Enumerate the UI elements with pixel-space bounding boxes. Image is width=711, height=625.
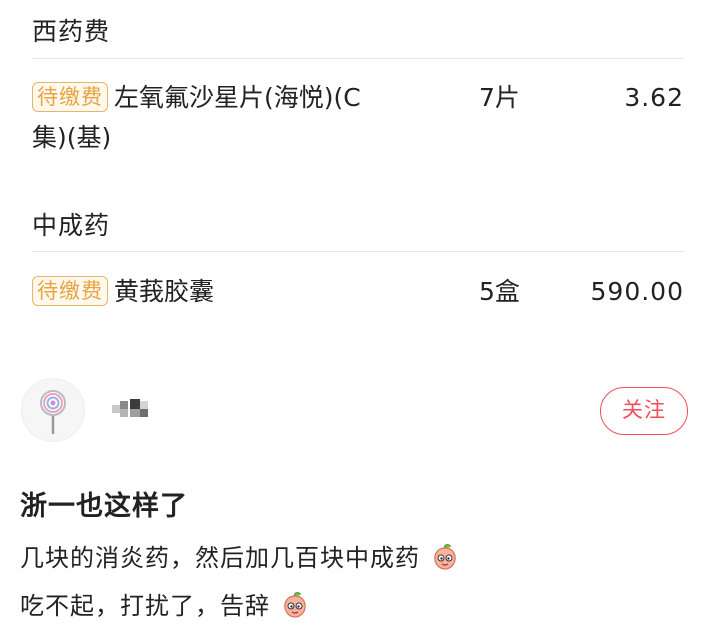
follow-button[interactable]: 关注 <box>600 387 688 435</box>
drug-quantity: 5盒 <box>479 277 520 306</box>
post-text-line: 吃不起，打扰了，告辞 <box>20 586 309 625</box>
post-title: 浙一也这样了 <box>20 491 188 522</box>
avatar[interactable] <box>21 378 85 442</box>
drug-name-line2: 集)(基) <box>32 123 112 152</box>
post-text-line: 几块的消炎药，然后加几百块中成药 <box>20 538 459 577</box>
pixelated-username-icon <box>112 399 148 417</box>
post-line2-text: 吃不起，打扰了，告辞 <box>20 592 270 620</box>
status-badge: 待缴费 <box>32 82 108 112</box>
status-badge: 待缴费 <box>32 276 108 306</box>
section-title-chinese-patent-medicine: 中成药 <box>32 211 111 240</box>
drug-price: 3.62 <box>624 83 684 112</box>
lollipop-icon <box>40 390 66 435</box>
peach-face-icon <box>431 543 459 577</box>
drug-name: 待缴费 黄莪胶囊 <box>32 272 422 312</box>
drug-name-line1: 左氧氟沙星片(海悦)(C <box>114 83 361 112</box>
post-line1-text: 几块的消炎药，然后加几百块中成药 <box>20 544 420 572</box>
list-item[interactable]: 待缴费 左氧氟沙星片(海悦)(C 集)(基) 7片 3.62 <box>32 78 684 158</box>
drug-name-text: 黄莪胶囊 <box>114 277 215 306</box>
username-blurred[interactable] <box>110 397 158 421</box>
list-item[interactable]: 待缴费 黄莪胶囊 5盒 590.00 <box>32 272 684 312</box>
drug-price: 590.00 <box>590 277 684 306</box>
drug-name: 待缴费 左氧氟沙星片(海悦)(C 集)(基) <box>32 78 422 158</box>
section-divider <box>32 58 684 59</box>
peach-face-icon <box>281 591 309 625</box>
section-divider <box>32 251 684 252</box>
drug-quantity: 7片 <box>479 83 520 112</box>
section-title-western-medicine: 西药费 <box>32 17 111 46</box>
